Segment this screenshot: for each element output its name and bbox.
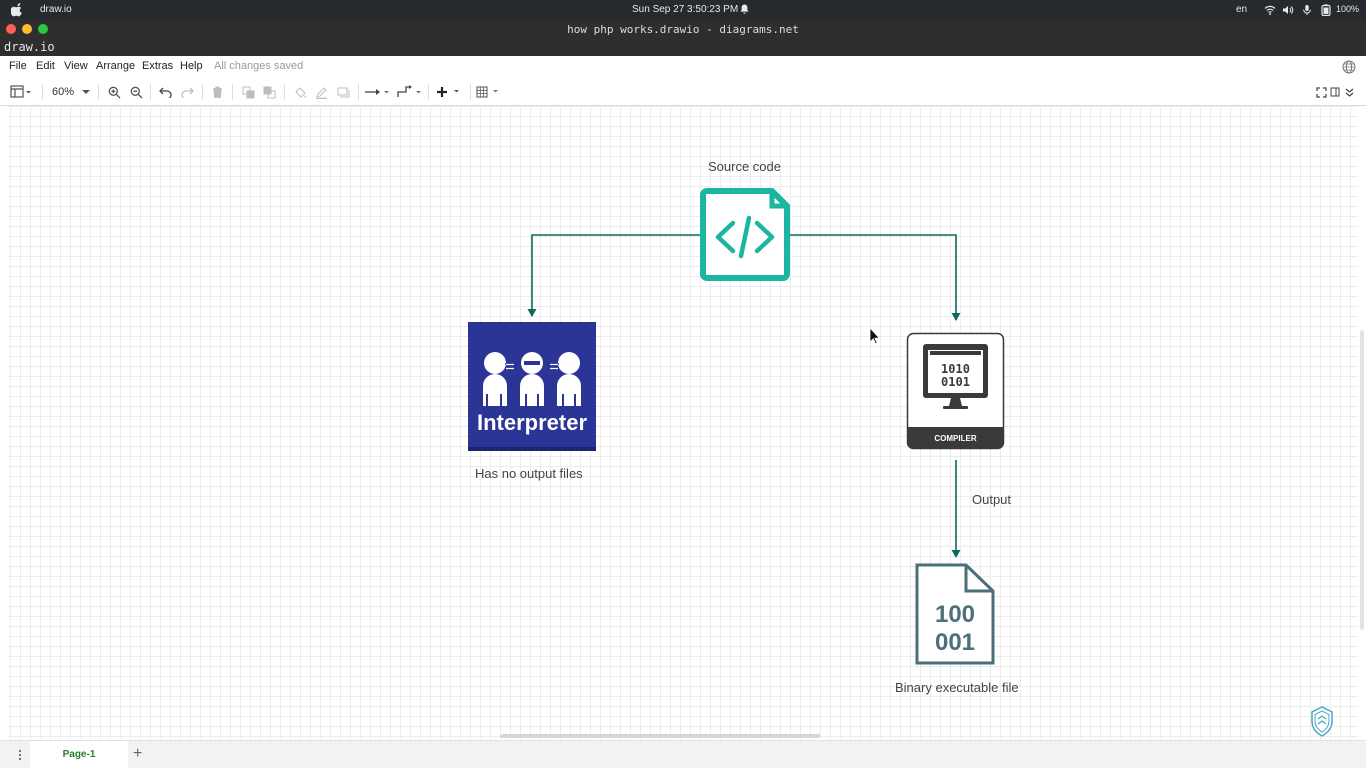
insert-button[interactable] (436, 83, 464, 101)
shadow-icon (337, 87, 349, 97)
connection-style-button[interactable] (364, 83, 390, 101)
vertical-scrollbar[interactable] (1360, 330, 1364, 630)
format-toggle-button[interactable] (1329, 83, 1341, 101)
table-icon (476, 86, 498, 98)
zoom-in-icon (108, 86, 120, 98)
shadow-button[interactable] (335, 83, 351, 101)
fill-color-button[interactable] (292, 83, 308, 101)
add-page-button[interactable]: + (133, 745, 142, 763)
connection-arrow-icon (365, 89, 389, 95)
os-clock[interactable]: Sun Sep 27 3:50:23 PM (632, 4, 738, 15)
globe-icon[interactable] (1342, 60, 1356, 74)
undo-icon (158, 87, 172, 98)
pages-menu-icon[interactable] (18, 748, 22, 762)
binary-line-1: 100 (935, 601, 975, 628)
output-label[interactable]: Output (972, 492, 1011, 507)
page-tab-active[interactable]: Page-1 (30, 741, 128, 768)
horizontal-scrollbar[interactable] (500, 734, 820, 738)
edge-head-compiler (951, 313, 961, 321)
menu-extras[interactable]: Extras (142, 60, 173, 72)
page-tab-bar: Page-1 + (0, 740, 1366, 768)
menu-file[interactable]: File (9, 60, 27, 72)
format-panel-button[interactable] (8, 83, 34, 101)
fullscreen-icon (1315, 86, 1327, 98)
battery-icon[interactable] (1320, 4, 1332, 16)
compiler-icon-text: COMPILER (934, 434, 976, 443)
code-file-icon[interactable] (700, 188, 790, 281)
save-status: All changes saved (214, 60, 304, 72)
delete-button[interactable] (209, 83, 225, 101)
menu-view[interactable]: View (64, 60, 88, 72)
svg-text:0101: 0101 (941, 375, 970, 389)
edge-head-binary (951, 550, 961, 558)
table-button[interactable] (476, 83, 502, 101)
to-front-button[interactable] (240, 83, 256, 101)
to-front-icon (242, 86, 254, 98)
edge-head-interpreter (527, 309, 537, 317)
app-brand: draw.io (4, 40, 55, 54)
line-color-button[interactable] (313, 83, 329, 101)
os-menu-bar: draw.io Sun Sep 27 3:50:23 PM en 100% (0, 0, 1366, 20)
interpreter-icon[interactable]: Interpreter (468, 322, 596, 451)
undo-button[interactable] (157, 83, 173, 101)
canvas-left-margin (0, 106, 8, 740)
interpreter-caption[interactable]: Has no output files (475, 466, 583, 481)
compiler-icon[interactable]: 1010 0101 COMPILER (906, 332, 1005, 450)
edge-source-to-compiler[interactable] (790, 234, 957, 320)
menu-bar: File Edit View Arrange Extras Help All c… (0, 56, 1366, 78)
interpreter-icon-text: Interpreter (477, 410, 587, 435)
app-header: draw.io (0, 38, 1366, 56)
window-title: how php works.drawio - diagrams.net (567, 23, 799, 36)
binary-line-2: 001 (935, 629, 975, 656)
bell-icon[interactable] (740, 4, 749, 15)
plus-icon (437, 87, 459, 97)
to-back-button[interactable] (261, 83, 277, 101)
apple-icon[interactable] (11, 3, 23, 17)
to-back-icon (263, 86, 275, 98)
shield-icon (1311, 706, 1333, 737)
menu-help[interactable]: Help (180, 60, 203, 72)
binary-file-icon[interactable]: 100 001 (915, 563, 995, 665)
panel-toggle-icon (1330, 87, 1340, 97)
zoom-dropdown-button[interactable] (80, 83, 92, 101)
volume-icon[interactable] (1282, 4, 1294, 16)
paint-bucket-icon (294, 86, 306, 98)
pencil-icon (315, 86, 327, 99)
battery-percent: 100% (1336, 4, 1360, 14)
zoom-level[interactable]: 60% (52, 86, 74, 98)
redo-icon (180, 87, 194, 98)
edge-source-to-interpreter[interactable] (531, 234, 700, 316)
microphone-icon[interactable] (1301, 4, 1313, 16)
collapse-toolbar-button[interactable] (1343, 83, 1355, 101)
zoom-out-icon (130, 86, 142, 98)
double-chevron-icon (1345, 88, 1353, 97)
zoom-out-button[interactable] (128, 83, 144, 101)
layout-panel-icon (10, 85, 31, 98)
diagram-canvas[interactable]: Interpreter 1010 0101 COMPILER 100 001 S… (0, 106, 1366, 740)
wifi-icon[interactable] (1264, 4, 1276, 16)
source-code-label[interactable]: Source code (708, 159, 781, 174)
os-app-name[interactable]: draw.io (40, 4, 72, 15)
binary-caption[interactable]: Binary executable file (895, 680, 1019, 695)
chevron-down-icon (82, 90, 90, 94)
svg-text:1010: 1010 (941, 362, 970, 376)
diagram: Interpreter 1010 0101 COMPILER 100 001 (468, 188, 1005, 665)
toolbar (0, 78, 1366, 106)
menu-arrange[interactable]: Arrange (96, 60, 135, 72)
trash-icon (212, 86, 222, 98)
waypoint-icon (397, 85, 421, 97)
window-title-bar: how php works.drawio - diagrams.net (0, 20, 1366, 38)
menu-edit[interactable]: Edit (36, 60, 55, 72)
mouse-cursor (869, 326, 881, 345)
zoom-in-button[interactable] (106, 83, 122, 101)
input-language[interactable]: en (1236, 4, 1247, 15)
fullscreen-button[interactable] (1314, 83, 1328, 101)
waypoints-button[interactable] (396, 83, 422, 101)
redo-button[interactable] (179, 83, 195, 101)
